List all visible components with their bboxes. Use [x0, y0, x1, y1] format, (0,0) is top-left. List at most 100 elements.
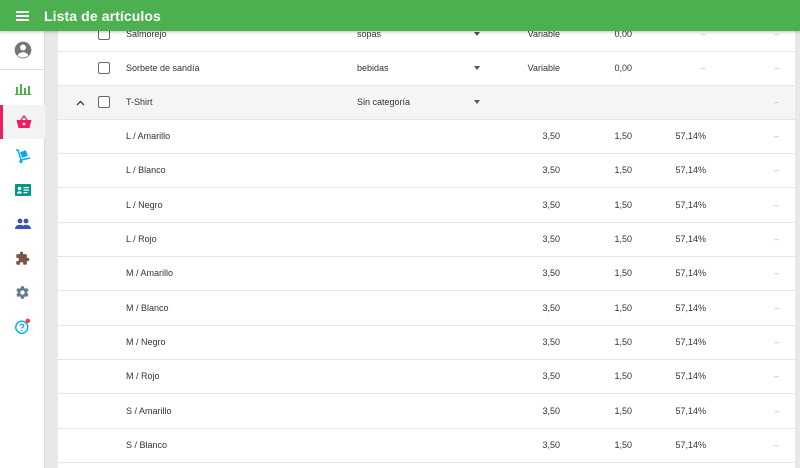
- sidebar-item-items[interactable]: [0, 105, 45, 139]
- variant-stock: –: [773, 200, 779, 210]
- variant-margin: 57,14%: [675, 337, 706, 347]
- variant-margin: 57,14%: [675, 440, 706, 450]
- variant-name: S / Blanco: [126, 440, 168, 450]
- item-stock: –: [773, 31, 779, 39]
- table-row[interactable]: Salmorejo sopas Variable 0,00 – –: [58, 31, 795, 52]
- variant-price: 3,50: [542, 440, 560, 450]
- variant-stock: –: [773, 303, 779, 313]
- row-checkbox[interactable]: [98, 62, 110, 74]
- variant-stock: –: [773, 131, 779, 141]
- sidebar-item-apps[interactable]: [0, 241, 45, 275]
- variant-stock: –: [773, 165, 779, 175]
- item-stock: –: [773, 63, 779, 73]
- variant-price: 3,50: [542, 337, 560, 347]
- item-margin: –: [700, 31, 706, 39]
- top-app-bar: Lista de artículos: [0, 0, 800, 31]
- gear-icon: [16, 285, 29, 299]
- variant-price: 3,50: [542, 268, 560, 278]
- variant-margin: 57,14%: [675, 200, 706, 210]
- variant-cost: 1,50: [614, 440, 632, 450]
- variant-row[interactable]: L / Rojo 3,50 1,50 57,14% –: [58, 223, 795, 257]
- puzzle-icon: [16, 251, 30, 265]
- variant-cost: 1,50: [614, 371, 632, 381]
- people-icon: [14, 218, 31, 229]
- variant-price: 3,50: [542, 131, 560, 141]
- category-dropdown-icon[interactable]: [474, 32, 480, 36]
- variant-margin: 57,14%: [675, 268, 706, 278]
- variant-stock: –: [773, 406, 779, 416]
- basket-icon: [16, 115, 32, 128]
- variant-row[interactable]: M / Rojo 3,50 1,50 57,14% –: [58, 360, 795, 394]
- category-dropdown-icon[interactable]: [474, 100, 480, 104]
- variant-margin: 57,14%: [675, 165, 706, 175]
- item-price: Variable: [527, 63, 560, 73]
- item-name: Sorbete de sandía: [126, 63, 200, 73]
- row-checkbox[interactable]: [98, 31, 110, 40]
- item-cost: 0,00: [614, 63, 632, 73]
- variant-cost: 1,50: [614, 165, 632, 175]
- scrollbar[interactable]: [795, 31, 800, 468]
- item-category: Sin categoría: [357, 97, 411, 107]
- variant-row[interactable]: S / Blanco 3,50 1,50 57,14% –: [58, 429, 795, 463]
- variant-cost: 1,50: [614, 200, 632, 210]
- account-circle-icon: [14, 41, 31, 59]
- variant-stock: –: [773, 268, 779, 278]
- variant-margin: 57,14%: [675, 234, 706, 244]
- help-icon: [15, 318, 31, 334]
- dolly-icon: [15, 149, 30, 164]
- sidebar-item-account[interactable]: [0, 33, 45, 67]
- variant-row[interactable]: L / Negro 3,50 1,50 57,14% –: [58, 189, 795, 223]
- category-dropdown-icon[interactable]: [474, 66, 480, 70]
- item-price: Variable: [527, 31, 560, 39]
- sidebar: [0, 31, 45, 468]
- menu-button[interactable]: [0, 0, 44, 31]
- variant-name: M / Negro: [126, 337, 166, 347]
- variant-name: M / Blanco: [126, 303, 169, 313]
- variant-stock: –: [773, 337, 779, 347]
- variant-price: 3,50: [542, 371, 560, 381]
- variant-price: 3,50: [542, 165, 560, 175]
- variant-price: 3,50: [542, 234, 560, 244]
- variant-cost: 1,50: [614, 303, 632, 313]
- sidebar-item-inventory[interactable]: [0, 139, 45, 173]
- table-row-group[interactable]: T-Shirt Sin categoría –: [58, 86, 795, 120]
- variant-cost: 1,50: [614, 406, 632, 416]
- variant-price: 3,50: [542, 406, 560, 416]
- item-cost: 0,00: [614, 31, 632, 39]
- collapse-button[interactable]: [73, 86, 87, 119]
- sidebar-item-settings[interactable]: [0, 275, 45, 309]
- id-card-icon: [14, 184, 31, 196]
- variant-row[interactable]: M / Negro 3,50 1,50 57,14% –: [58, 326, 795, 360]
- variant-name: L / Rojo: [126, 234, 157, 244]
- variant-name: L / Blanco: [126, 165, 166, 175]
- sidebar-item-help[interactable]: [0, 309, 45, 343]
- sidebar-item-reports[interactable]: [0, 71, 45, 105]
- variant-name: L / Negro: [126, 200, 163, 210]
- sidebar-item-employees[interactable]: [0, 207, 45, 241]
- chevron-up-icon: [76, 100, 84, 105]
- variant-row[interactable]: L / Amarillo 3,50 1,50 57,14% –: [58, 120, 795, 154]
- variant-price: 3,50: [542, 303, 560, 313]
- variant-stock: –: [773, 234, 779, 244]
- item-margin: –: [700, 63, 706, 73]
- variant-margin: 57,14%: [675, 406, 706, 416]
- sidebar-item-customers[interactable]: [0, 173, 45, 207]
- item-category: bebidas: [357, 63, 389, 73]
- variant-row[interactable]: S / Amarillo 3,50 1,50 57,14% –: [58, 395, 795, 429]
- variant-name: M / Amarillo: [126, 268, 174, 278]
- item-name: T-Shirt: [126, 97, 153, 107]
- variant-cost: 1,50: [614, 131, 632, 141]
- table-row[interactable]: Sorbete de sandía bebidas Variable 0,00 …: [58, 52, 795, 86]
- variant-stock: –: [773, 371, 779, 381]
- item-category: sopas: [357, 31, 382, 39]
- row-checkbox[interactable]: [98, 96, 110, 108]
- variant-row[interactable]: M / Amarillo 3,50 1,50 57,14% –: [58, 257, 795, 291]
- variant-price: 3,50: [542, 200, 560, 210]
- variant-row[interactable]: M / Blanco 3,50 1,50 57,14% –: [58, 292, 795, 326]
- variant-row[interactable]: L / Blanco 3,50 1,50 57,14% –: [58, 154, 795, 188]
- variant-cost: 1,50: [614, 337, 632, 347]
- variant-stock: –: [773, 440, 779, 450]
- menu-icon: [15, 9, 29, 23]
- variant-cost: 1,50: [614, 268, 632, 278]
- variant-margin: 57,14%: [675, 371, 706, 381]
